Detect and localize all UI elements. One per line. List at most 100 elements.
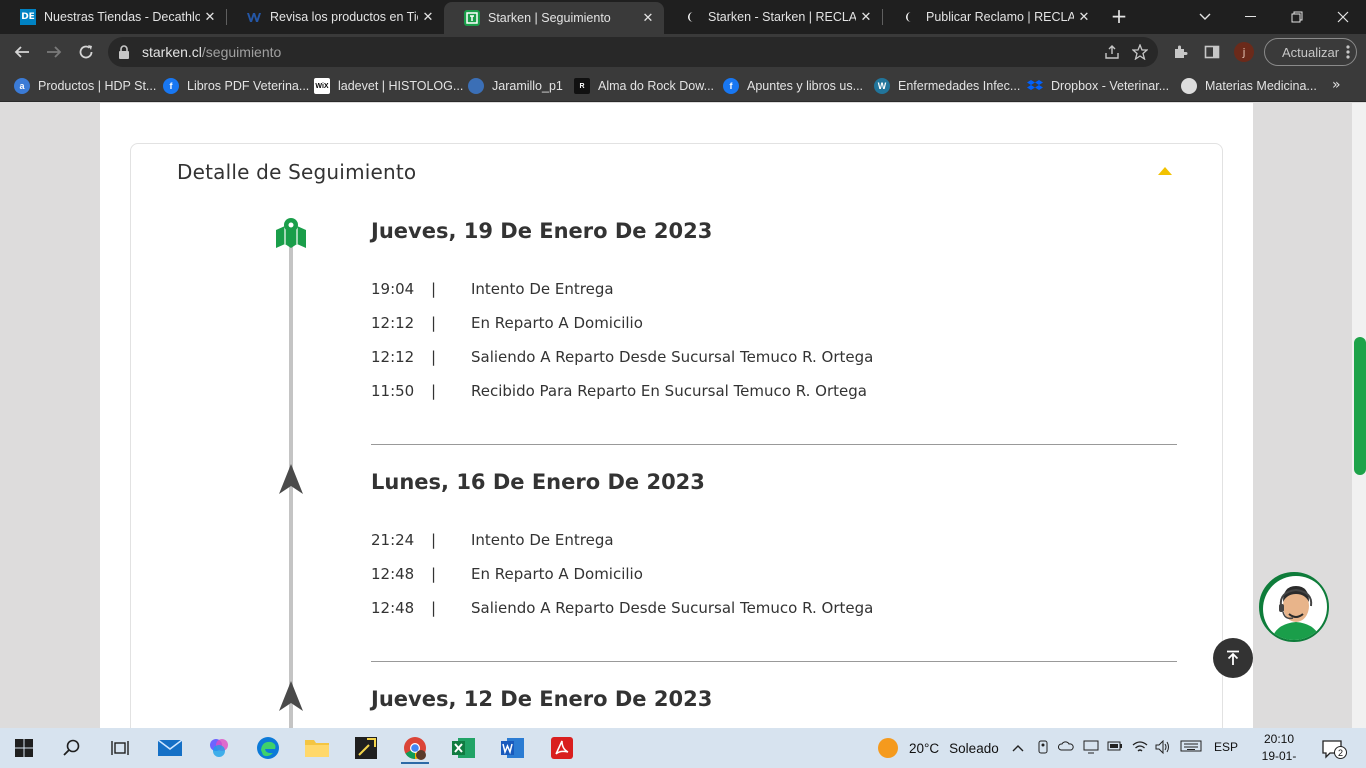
back-button[interactable]	[8, 38, 36, 66]
tab-starken-seguimiento[interactable]: Starken | Seguimiento ✕	[444, 2, 664, 34]
tab-starken-reclamos[interactable]: Starken - Starken | RECLAMOS ✕	[664, 0, 882, 34]
event-description: Recibido Para Reparto En Sucursal Temuco…	[471, 382, 867, 400]
close-icon[interactable]: ✕	[638, 11, 658, 26]
arrow-up-icon	[1227, 650, 1239, 665]
close-icon[interactable]: ✕	[856, 10, 876, 25]
tab-publicar-reclamo[interactable]: Publicar Reclamo | RECLAMOS ✕	[882, 0, 1100, 34]
notification-icon[interactable]: 2	[1322, 739, 1347, 759]
side-panel-icon[interactable]	[1198, 38, 1226, 66]
acrobat-icon[interactable]	[542, 732, 582, 764]
tracking-detail-card: Detalle de Seguimiento Jueves, 19 De Ene…	[130, 143, 1223, 728]
language-indicator[interactable]: ESP	[1214, 740, 1238, 754]
section-title: Detalle de Seguimiento	[177, 160, 417, 184]
event-time: 12:12	[371, 314, 415, 332]
profile-avatar[interactable]: j	[1234, 42, 1254, 62]
excel-icon[interactable]	[444, 732, 484, 764]
clock-date: 19-01-2023	[1261, 749, 1297, 768]
bookmark-item[interactable]: Jaramillo_p1	[468, 77, 563, 95]
weather-widget[interactable]: 20°C Soleado	[878, 738, 999, 758]
word-icon[interactable]	[493, 732, 533, 764]
forward-button[interactable]	[40, 38, 68, 66]
tab-title: Starken - Starken | RECLAMOS	[708, 10, 856, 24]
close-icon[interactable]: ✕	[418, 10, 438, 25]
scroll-to-top-button[interactable]	[1213, 638, 1253, 678]
chat-support-avatar[interactable]	[1259, 572, 1329, 642]
close-window-button[interactable]	[1320, 0, 1366, 34]
reclamos-icon	[902, 9, 918, 25]
bookmark-item[interactable]: a Productos | HDP St...	[14, 77, 156, 95]
edge-icon[interactable]	[248, 732, 288, 764]
reclamos-icon	[684, 9, 700, 25]
meet-icon[interactable]	[1036, 740, 1050, 758]
reload-button[interactable]	[72, 38, 100, 66]
close-icon[interactable]: ✕	[1074, 10, 1094, 25]
arrow-up-icon	[279, 681, 303, 711]
chevron-up-icon[interactable]	[1012, 740, 1024, 756]
bookmark-item[interactable]: W Enfermedades Infec...	[874, 77, 1020, 95]
windows-taskbar: 20°C Soleado ESP 20:10 19-01-2023 2	[0, 728, 1366, 768]
bookmark-item[interactable]: f Libros PDF Veterina...	[163, 77, 309, 95]
close-icon[interactable]: ✕	[200, 10, 220, 25]
event-description: Saliendo A Reparto Desde Sucursal Temuco…	[471, 599, 874, 617]
url-path: /seguimiento	[201, 44, 282, 60]
day-divider	[371, 661, 1177, 662]
new-tab-button[interactable]: +	[1108, 6, 1130, 28]
event-separator: |	[431, 314, 437, 332]
collapse-chevron-icon[interactable]	[1158, 166, 1172, 176]
keyboard-icon[interactable]	[1180, 740, 1202, 756]
menu-dots-icon[interactable]	[1338, 38, 1358, 66]
search-icon[interactable]	[52, 732, 92, 764]
event-separator: |	[431, 599, 437, 617]
bookmark-star-icon[interactable]	[1126, 38, 1154, 66]
sun-icon	[878, 738, 898, 758]
start-button[interactable]	[4, 732, 44, 764]
lock-icon[interactable]	[118, 45, 130, 59]
wifi-icon[interactable]	[1132, 740, 1148, 758]
bookmark-item[interactable]: Materias Medicina...	[1181, 77, 1317, 95]
copilot-icon[interactable]	[199, 732, 239, 764]
day-group: Jueves, 19 De Enero De 2023 19:04 | Inte…	[371, 216, 1177, 445]
battery-icon[interactable]	[1107, 740, 1123, 756]
event-time: 12:48	[371, 599, 415, 617]
event-row: 12:48 | En Reparto A Domicilio	[371, 565, 643, 585]
bookmark-item[interactable]: f Apuntes y libros us...	[723, 77, 863, 95]
facebook-icon: f	[163, 78, 179, 94]
day-title: Jueves, 12 De Enero De 2023	[371, 687, 713, 711]
wordpress-icon: W	[874, 78, 890, 94]
bookmark-item[interactable]: Dropbox - Veterinar...	[1027, 77, 1169, 95]
decathlon-icon: DE	[20, 9, 36, 25]
event-separator: |	[431, 531, 437, 549]
address-bar[interactable]: starken.cl/seguimiento	[108, 37, 1158, 67]
mail-app-icon[interactable]	[150, 732, 190, 764]
more-bookmarks-icon[interactable]: »	[1332, 77, 1341, 93]
tab-title: Revisa los productos en Tienda	[270, 10, 418, 24]
bookmark-label: ladevet | HISTOLOG...	[338, 79, 464, 93]
chrome-icon[interactable]	[395, 732, 435, 764]
tab-strip: DE Nuestras Tiendas - Decathlon ✕ Revisa…	[0, 0, 1366, 34]
task-view-icon[interactable]	[100, 732, 140, 764]
tab-title: Publicar Reclamo | RECLAMOS	[926, 10, 1074, 24]
event-row: 12:48 | Saliendo A Reparto Desde Sucursa…	[371, 599, 873, 619]
volume-icon[interactable]	[1155, 739, 1171, 758]
onedrive-icon[interactable]	[1057, 740, 1074, 756]
bookmark-label: Materias Medicina...	[1205, 79, 1317, 93]
file-explorer-icon[interactable]	[297, 732, 337, 764]
day-title: Jueves, 19 De Enero De 2023	[371, 219, 713, 243]
hdp-icon: a	[14, 78, 30, 94]
clock[interactable]: 20:10 19-01-2023	[1250, 731, 1308, 768]
event-separator: |	[431, 382, 437, 400]
tab-decathlon[interactable]: DE Nuestras Tiendas - Decathlon ✕	[0, 0, 226, 34]
bookmark-item[interactable]: WiX ladevet | HISTOLOG...	[314, 77, 463, 95]
minimize-button[interactable]	[1228, 0, 1274, 34]
sticky-notes-icon[interactable]	[346, 732, 386, 764]
display-icon[interactable]	[1083, 740, 1099, 758]
tab-walmart[interactable]: Revisa los productos en Tienda ✕	[226, 0, 444, 34]
tab-search-icon[interactable]	[1182, 0, 1228, 34]
share-icon[interactable]	[1098, 38, 1126, 66]
restore-button[interactable]	[1274, 0, 1320, 34]
event-row: 19:04 | Intento De Entrega	[371, 280, 614, 300]
extensions-icon[interactable]	[1166, 38, 1194, 66]
scrollbar-thumb[interactable]	[1354, 337, 1366, 475]
clock-time: 20:10	[1263, 732, 1295, 746]
bookmark-item[interactable]: R Alma do Rock Dow...	[574, 77, 714, 95]
